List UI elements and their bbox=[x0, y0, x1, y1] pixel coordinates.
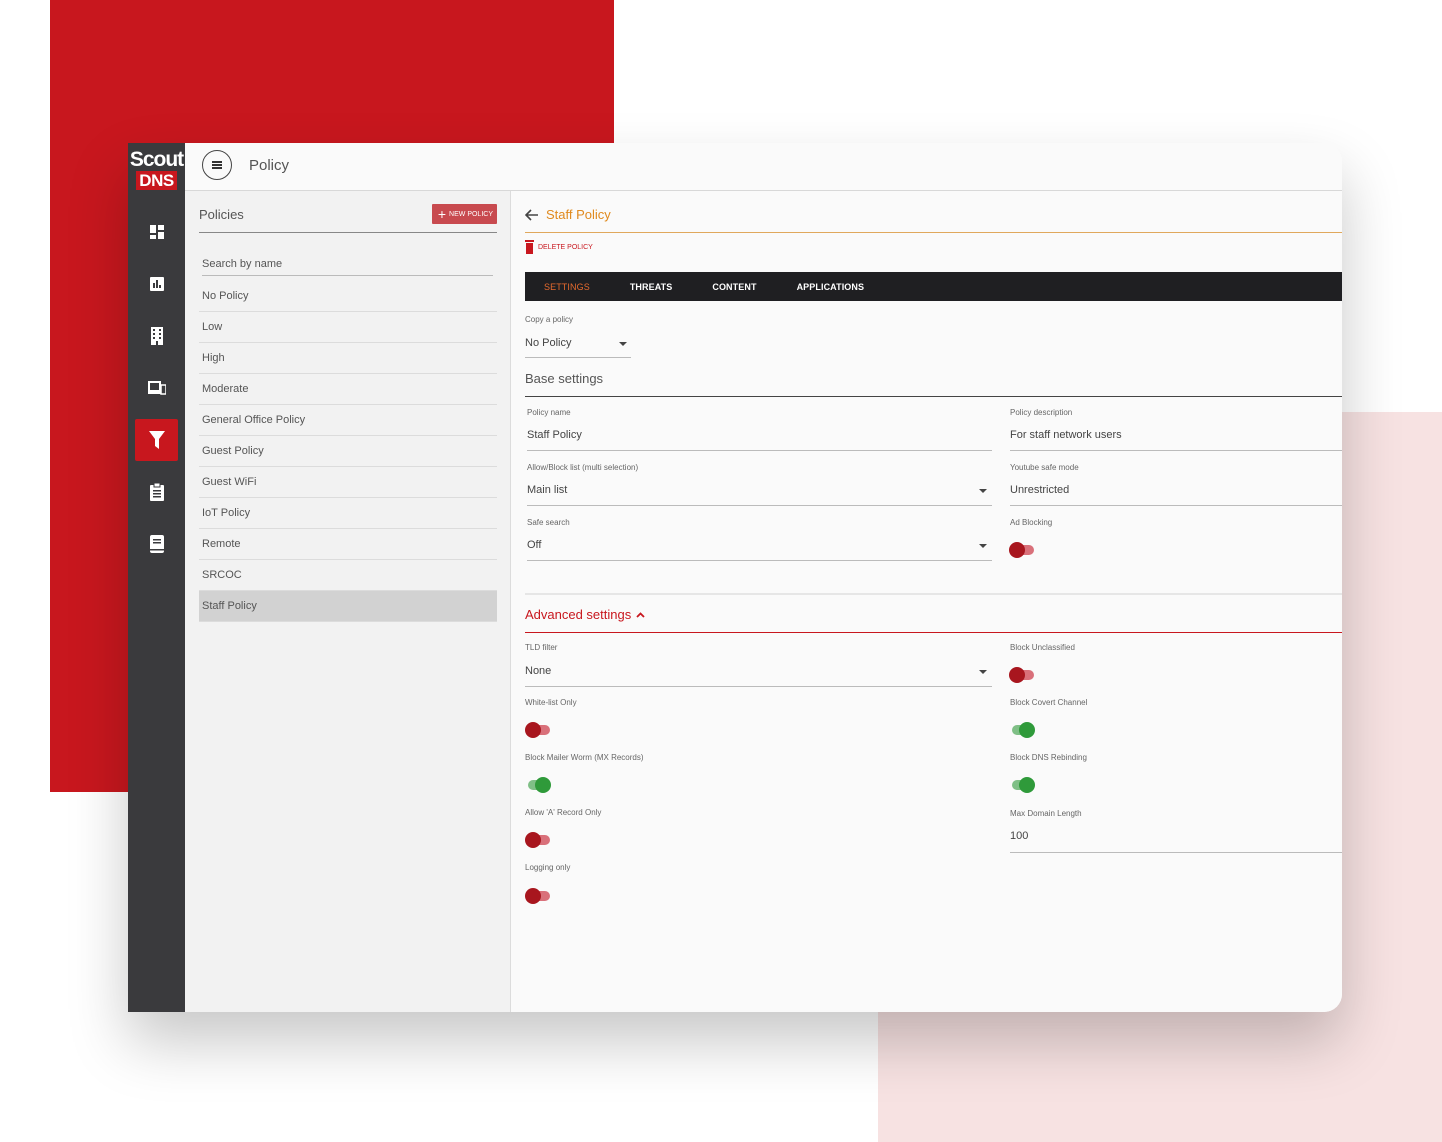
delete-policy-button[interactable]: DELETE POLICY bbox=[525, 240, 593, 254]
delete-policy-label: DELETE POLICY bbox=[538, 243, 593, 251]
chevron-down-icon[interactable] bbox=[619, 342, 627, 346]
book-icon[interactable] bbox=[135, 523, 178, 565]
scout-dns-logo: Scout DNS bbox=[128, 143, 185, 191]
logo-text-scout: Scout bbox=[129, 148, 184, 171]
tab-applications[interactable]: APPLICATIONS bbox=[797, 282, 865, 292]
filter-icon[interactable] bbox=[135, 419, 178, 461]
block-mailer-worm-toggle[interactable] bbox=[525, 777, 551, 793]
block-mailer-worm-label: Block Mailer Worm (MX Records) bbox=[525, 753, 644, 762]
policy-item-low[interactable]: Low bbox=[199, 312, 497, 343]
nav-rail: Scout DNS bbox=[128, 143, 185, 1012]
youtube-safe-mode-select[interactable]: Unrestricted bbox=[1010, 484, 1069, 496]
chevron-down-icon[interactable] bbox=[979, 670, 987, 674]
policies-title: Policies bbox=[199, 207, 244, 222]
max-domain-length-underline bbox=[1010, 852, 1342, 853]
menu-toggle-button[interactable] bbox=[202, 150, 232, 180]
block-covert-channel-toggle[interactable] bbox=[1009, 722, 1035, 738]
back-arrow-icon[interactable] bbox=[525, 209, 538, 221]
policy-description-underline bbox=[1010, 450, 1342, 451]
whitelist-only-label: White-list Only bbox=[525, 698, 577, 707]
policy-item-high[interactable]: High bbox=[199, 343, 497, 374]
policy-name-underline bbox=[527, 450, 992, 451]
allow-block-label: Allow/Block list (multi selection) bbox=[527, 463, 639, 472]
policy-item-srcoc[interactable]: SRCOC bbox=[199, 560, 497, 591]
policy-item-no-policy[interactable]: No Policy bbox=[199, 281, 497, 312]
youtube-safe-mode-label: Youtube safe mode bbox=[1010, 463, 1079, 472]
block-covert-channel-label: Block Covert Channel bbox=[1010, 698, 1088, 707]
policies-panel: Policies + NEW POLICY No Policy Low High… bbox=[185, 191, 511, 1012]
policy-item-moderate[interactable]: Moderate bbox=[199, 374, 497, 405]
plus-icon: + bbox=[437, 206, 447, 222]
tab-content[interactable]: CONTENT bbox=[712, 282, 756, 292]
logging-only-label: Logging only bbox=[525, 863, 571, 872]
tld-filter-select[interactable]: None bbox=[525, 665, 551, 677]
tld-filter-label: TLD filter bbox=[525, 643, 558, 652]
ad-blocking-label: Ad Blocking bbox=[1010, 518, 1053, 527]
chevron-down-icon[interactable] bbox=[979, 544, 987, 548]
allow-a-record-label: Allow 'A' Record Only bbox=[525, 808, 602, 817]
new-policy-label: NEW POLICY bbox=[449, 210, 493, 218]
policy-description-label: Policy description bbox=[1010, 408, 1073, 417]
copy-policy-value[interactable]: No Policy bbox=[525, 337, 571, 349]
advanced-settings-toggle[interactable]: Advanced settings bbox=[525, 607, 645, 622]
allow-block-underline bbox=[527, 505, 992, 506]
allow-block-select[interactable]: Main list bbox=[527, 484, 567, 496]
tab-settings[interactable]: SETTINGS bbox=[544, 282, 590, 292]
block-unclassified-toggle[interactable] bbox=[1009, 667, 1035, 683]
policy-title: Staff Policy bbox=[546, 207, 611, 222]
block-unclassified-label: Block Unclassified bbox=[1010, 643, 1075, 652]
tld-filter-underline bbox=[525, 686, 992, 687]
safe-search-underline bbox=[527, 560, 992, 561]
logo-text-dns: DNS bbox=[136, 171, 177, 190]
policy-name-label: Policy name bbox=[527, 408, 571, 417]
base-settings-divider bbox=[525, 396, 1342, 397]
base-settings-title: Base settings bbox=[525, 371, 604, 386]
policy-list: No Policy Low High Moderate General Offi… bbox=[199, 281, 497, 622]
copy-policy-label: Copy a policy bbox=[525, 315, 574, 324]
chevron-up-icon bbox=[636, 611, 645, 618]
chevron-down-icon[interactable] bbox=[979, 489, 987, 493]
block-dns-rebinding-label: Block DNS Rebinding bbox=[1010, 753, 1087, 762]
policy-name-input[interactable]: Staff Policy bbox=[527, 429, 582, 441]
app-window: Scout DNS Policy Policies + NEW POLICY S… bbox=[128, 143, 1342, 1012]
safe-search-select[interactable]: Off bbox=[527, 539, 541, 551]
logging-only-toggle[interactable] bbox=[525, 888, 551, 904]
dashboard-icon[interactable] bbox=[135, 211, 178, 253]
policy-description-input[interactable]: For staff network users bbox=[1010, 429, 1122, 441]
tab-threats[interactable]: THREATS bbox=[630, 282, 673, 292]
policy-item-iot-policy[interactable]: IoT Policy bbox=[199, 498, 497, 529]
new-policy-button[interactable]: + NEW POLICY bbox=[431, 204, 497, 224]
policy-item-guest-policy[interactable]: Guest Policy bbox=[199, 436, 497, 467]
menu-icon bbox=[212, 161, 222, 169]
advanced-settings-title: Advanced settings bbox=[525, 607, 632, 622]
policy-item-guest-wifi[interactable]: Guest WiFi bbox=[199, 467, 497, 498]
advanced-settings-divider bbox=[525, 632, 1342, 633]
ad-blocking-toggle[interactable] bbox=[1009, 542, 1035, 558]
safe-search-label: Safe search bbox=[527, 518, 570, 527]
allow-a-record-toggle[interactable] bbox=[525, 832, 551, 848]
building-icon[interactable] bbox=[135, 315, 178, 357]
youtube-safe-mode-underline bbox=[1010, 505, 1342, 506]
policies-header: Policies + NEW POLICY bbox=[199, 204, 497, 233]
copy-policy-underline bbox=[525, 357, 631, 358]
max-domain-length-input[interactable]: 100 bbox=[1010, 830, 1028, 842]
search-input[interactable] bbox=[202, 253, 493, 276]
page-title: Policy bbox=[249, 157, 290, 174]
card-divider bbox=[525, 593, 1342, 595]
trash-icon bbox=[525, 240, 534, 254]
policy-detail-panel: Staff Policy DELETE POLICY SETTINGS THRE… bbox=[511, 191, 1342, 1012]
detail-header: Staff Policy bbox=[525, 204, 1342, 233]
block-dns-rebinding-toggle[interactable] bbox=[1009, 777, 1035, 793]
policy-item-general-office[interactable]: General Office Policy bbox=[199, 405, 497, 436]
policy-tabs: SETTINGS THREATS CONTENT APPLICATIONS bbox=[525, 272, 1342, 301]
clipboard-icon[interactable] bbox=[135, 471, 178, 513]
policy-item-remote[interactable]: Remote bbox=[199, 529, 497, 560]
whitelist-only-toggle[interactable] bbox=[525, 722, 551, 738]
reports-icon[interactable] bbox=[135, 263, 178, 305]
top-bar: Policy bbox=[185, 143, 1342, 191]
policy-item-staff-policy[interactable]: Staff Policy bbox=[199, 591, 497, 622]
devices-icon[interactable] bbox=[135, 367, 178, 409]
max-domain-length-label: Max Domain Length bbox=[1010, 809, 1082, 818]
